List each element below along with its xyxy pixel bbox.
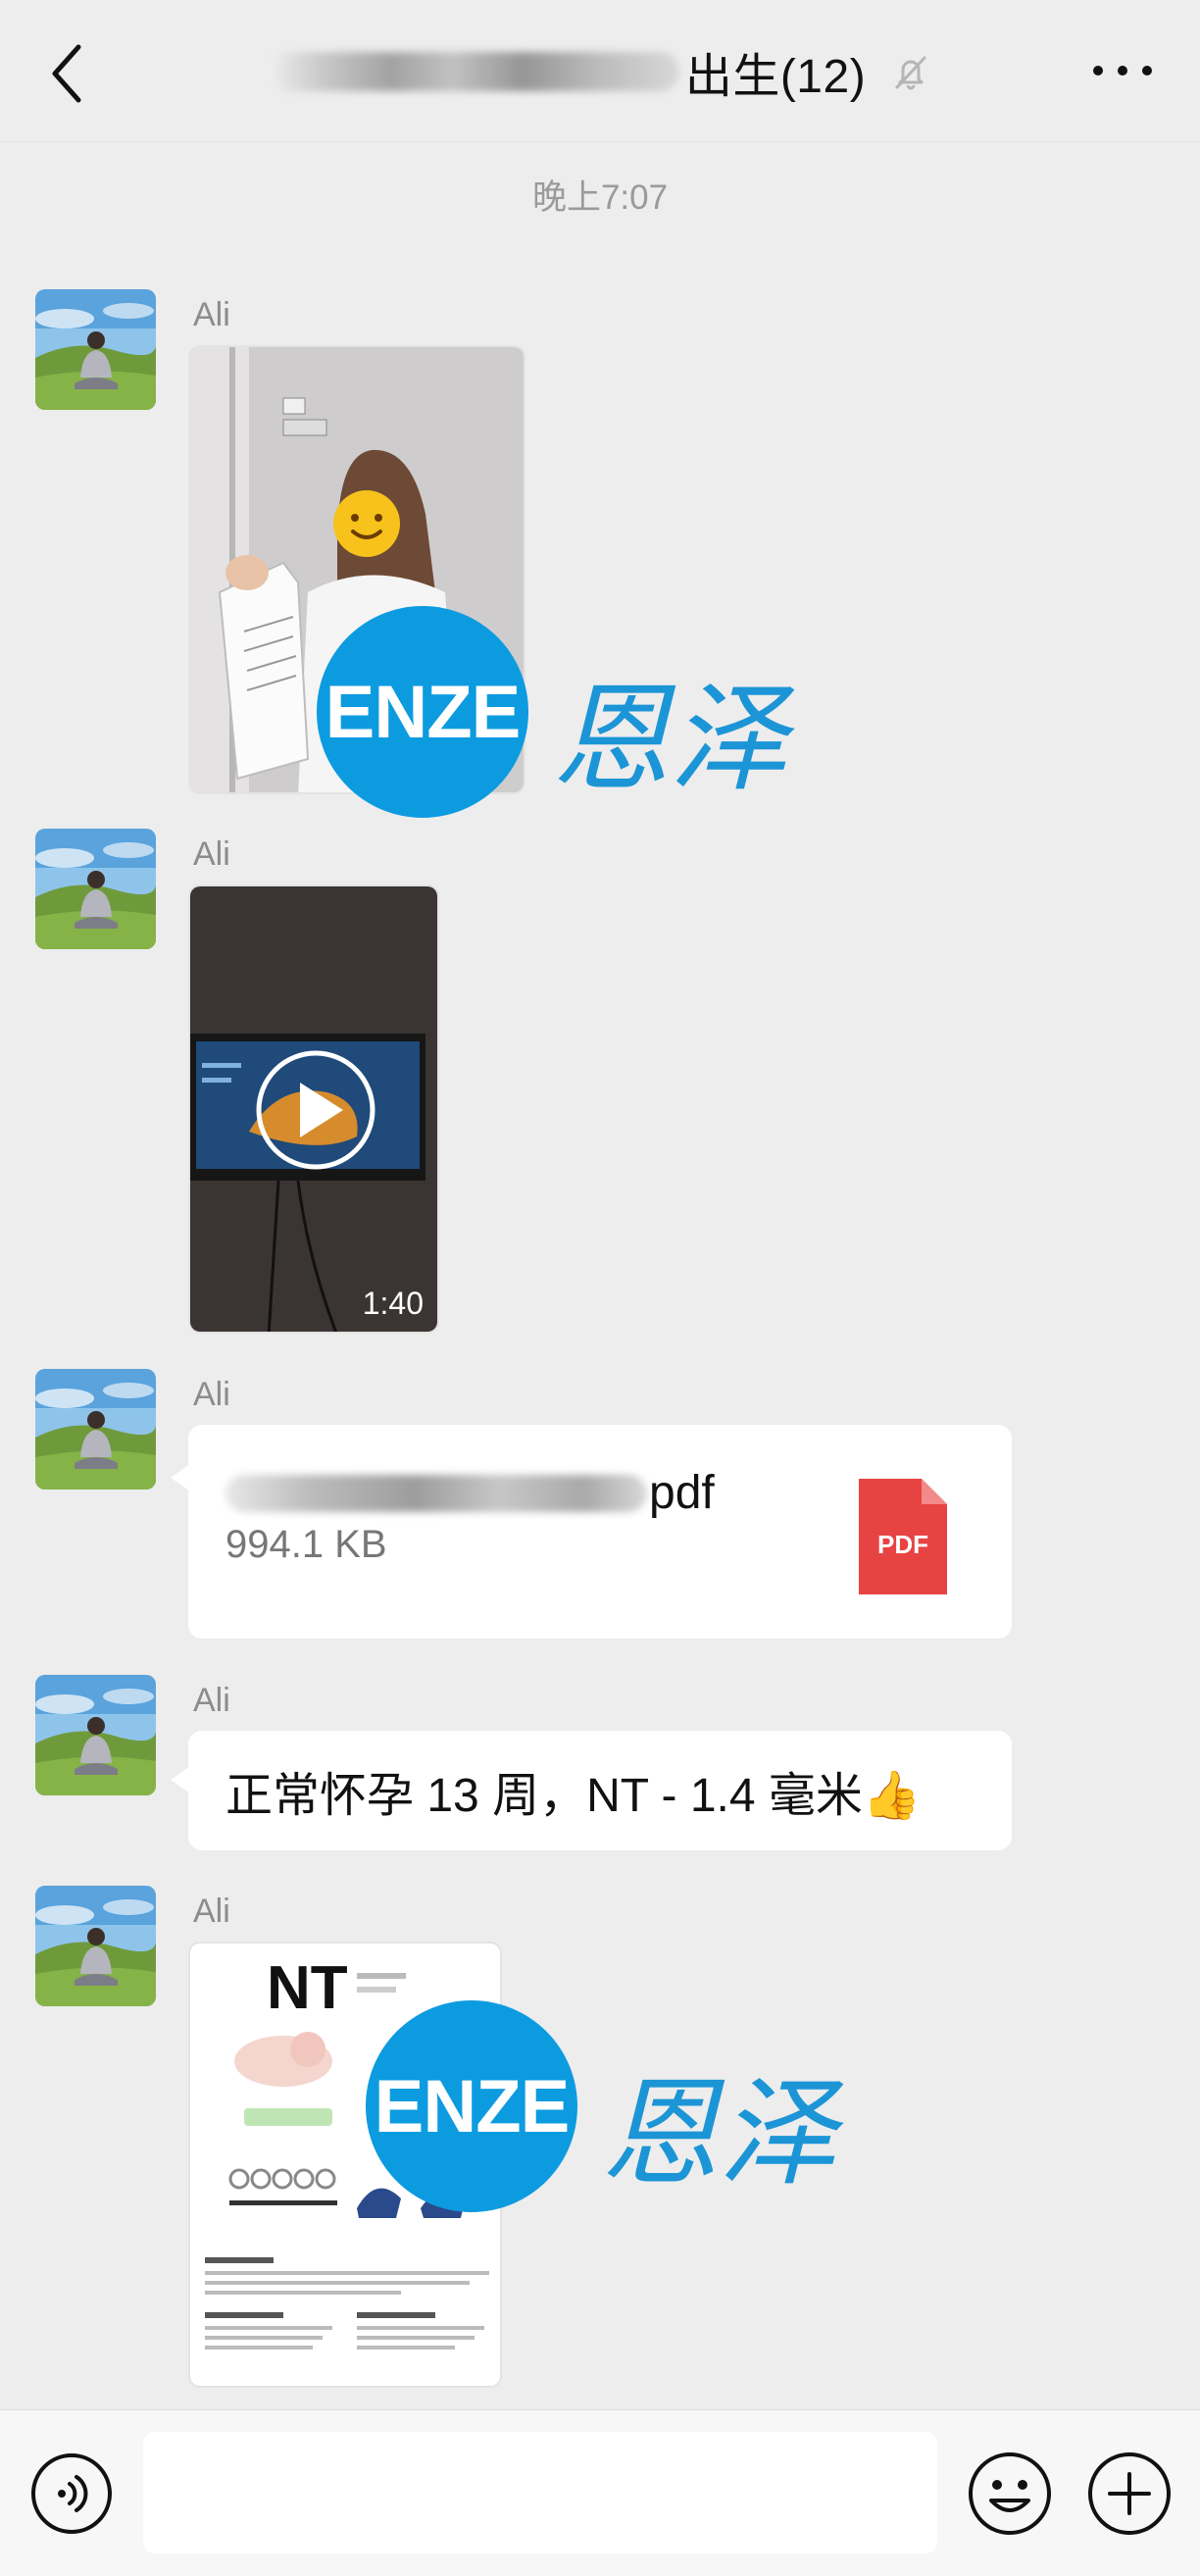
avatar-image [35,1886,156,2006]
chat-title: 出生(12) [0,0,1200,142]
blurred-title-segment [267,51,679,91]
bell-off-icon [895,56,926,89]
sender-name: Ali [193,835,230,873]
pdf-icon-label: PDF [877,1530,928,1559]
message-input[interactable] [143,2432,937,2553]
sender-avatar[interactable] [35,289,156,410]
watermark-chinese: 恩泽 [552,672,787,808]
sender-avatar[interactable] [35,1886,156,2006]
avatar-image [35,289,156,410]
image-message[interactable] [188,345,525,794]
message-timestamp: 晚上7:07 [531,178,669,217]
sender-avatar[interactable] [35,829,156,949]
photo-thumbnail [190,347,524,792]
voice-icon [31,2453,112,2534]
plus-icon [1088,2452,1171,2535]
video-message[interactable]: 1:40 [188,884,439,1334]
more-actions-button[interactable] [1085,2450,1174,2538]
sender-avatar[interactable] [35,1369,156,1490]
message-text: 正常怀孕 13 周，NT - 1.4 毫米👍 [225,1770,922,1822]
file-name: pdf [225,1466,715,1520]
pdf-file-icon: PDF [859,1479,947,1594]
text-message[interactable]: 正常怀孕 13 周，NT - 1.4 毫米👍 [171,1731,1012,1850]
avatar-image [35,1675,156,1795]
nt-infographic-thumbnail [205,1973,489,2349]
avatar-image [35,829,156,949]
chat-input-bar [0,2409,1200,2576]
more-button[interactable] [1088,51,1157,90]
sender-name: Ali [193,1682,230,1719]
emoji-icon [969,2452,1051,2535]
sender-name: Ali [193,1893,230,1930]
video-thumbnail [190,886,437,1332]
sender-name: Ali [193,1376,230,1413]
file-message[interactable]: pdf 994.1 KB PDF [171,1425,1012,1639]
sender-avatar[interactable] [35,1675,156,1795]
file-size: 994.1 KB [225,1523,387,1566]
voice-button[interactable] [29,2451,114,2536]
watermark-chinese: 恩泽 [601,2066,836,2202]
more-dots-icon [1093,66,1152,76]
avatar-image [35,1369,156,1490]
sender-name: Ali [193,296,230,333]
video-duration: 1:40 [362,1286,424,1321]
chat-header: 出生(12) [0,0,1200,142]
emoji-button[interactable] [966,2450,1054,2538]
image-message[interactable]: NT [188,1942,502,2388]
blurred-file-name [225,1474,647,1512]
file-extension: pdf [649,1467,715,1519]
chat-title-text: 出生(12) [684,50,867,103]
